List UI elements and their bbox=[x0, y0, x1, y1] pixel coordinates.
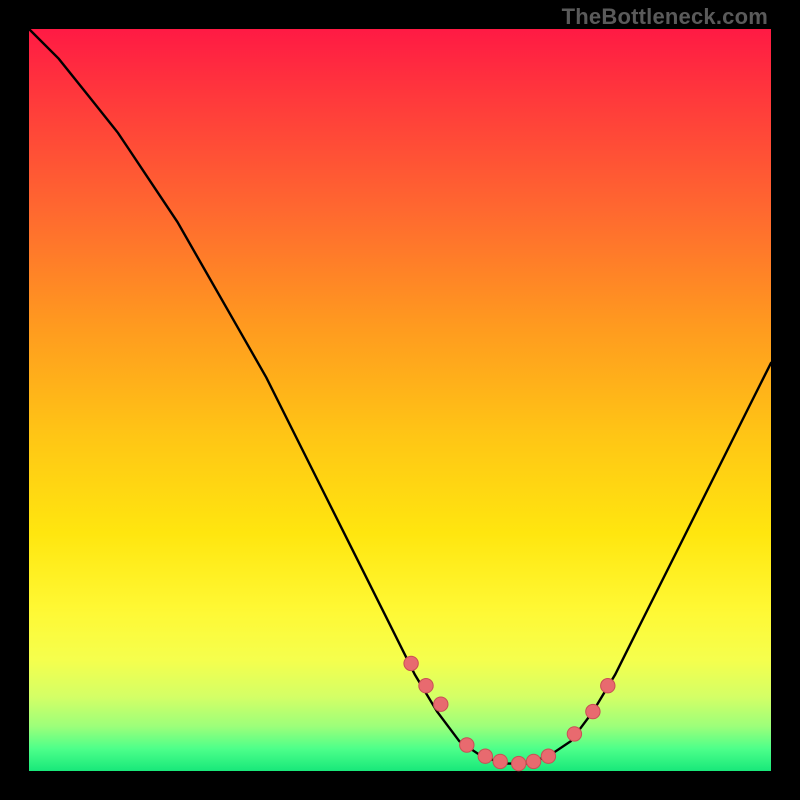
watermark-text: TheBottleneck.com bbox=[562, 4, 768, 30]
highlight-dot bbox=[541, 749, 555, 763]
highlight-dot bbox=[419, 679, 433, 693]
highlight-dot bbox=[601, 679, 615, 693]
highlight-dot bbox=[567, 727, 581, 741]
highlight-dot bbox=[512, 756, 526, 770]
highlight-dot bbox=[478, 749, 492, 763]
highlight-dot bbox=[493, 754, 507, 768]
bottleneck-curve bbox=[29, 29, 771, 764]
highlight-dot bbox=[404, 656, 418, 670]
highlight-dot bbox=[586, 704, 600, 718]
chart-frame bbox=[29, 29, 771, 771]
chart-svg bbox=[29, 29, 771, 771]
highlight-dot bbox=[526, 754, 540, 768]
highlight-dot bbox=[434, 697, 448, 711]
bottleneck-highlight-markers bbox=[404, 656, 615, 771]
highlight-dot bbox=[460, 738, 474, 752]
